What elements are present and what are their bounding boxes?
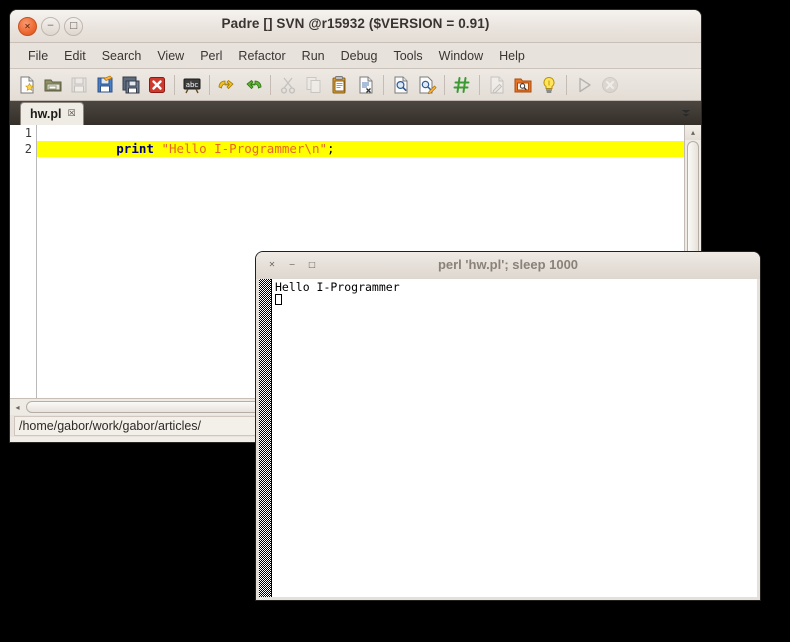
terminal-scrollbar[interactable] xyxy=(259,279,272,597)
menu-refactor[interactable]: Refactor xyxy=(230,46,293,66)
find-icon[interactable] xyxy=(388,72,414,98)
menu-edit[interactable]: Edit xyxy=(56,46,94,66)
spell-check-icon[interactable]: abc xyxy=(179,72,205,98)
menu-file[interactable]: File xyxy=(20,46,56,66)
terminal-output-line: Hello I-Programmer xyxy=(275,280,400,294)
editor-tab-label: hw.pl xyxy=(30,107,62,121)
line-number: 2 xyxy=(24,142,32,156)
terminal-output[interactable]: Hello I-Programmer xyxy=(272,279,757,597)
undo-icon[interactable] xyxy=(214,72,240,98)
code-token-punctuation: ; xyxy=(327,141,335,156)
terminal-window: ✕ − □ perl 'hw.pl'; sleep 1000 Hello I-P… xyxy=(256,252,760,600)
editor-tabstrip: hw.pl ☒ xyxy=(10,101,701,125)
run-icon[interactable] xyxy=(571,72,597,98)
delete-document-icon[interactable] xyxy=(353,72,379,98)
menu-help[interactable]: Help xyxy=(491,46,533,66)
terminal-window-title: perl 'hw.pl'; sleep 1000 xyxy=(437,257,579,272)
lightbulb-icon[interactable] xyxy=(536,72,562,98)
browse-folder-icon[interactable] xyxy=(510,72,536,98)
line-number-gutter: 1 2 xyxy=(10,125,37,398)
save-all-icon[interactable] xyxy=(118,72,144,98)
menu-tools[interactable]: Tools xyxy=(385,46,430,66)
goto-line-icon[interactable] xyxy=(449,72,475,98)
line-number: 1 xyxy=(24,126,32,140)
toolbar-separator xyxy=(270,74,271,95)
padre-window-title: Padre [] SVN @r15932 ($VERSION = 0.91) xyxy=(221,16,490,31)
terminal-titlebar[interactable]: ✕ − □ perl 'hw.pl'; sleep 1000 xyxy=(256,252,760,280)
menu-view[interactable]: View xyxy=(149,46,192,66)
scroll-up-icon[interactable]: ▴ xyxy=(685,125,701,140)
menu-perl[interactable]: Perl xyxy=(192,46,230,66)
padre-menubar: File Edit Search View Perl Refactor Run … xyxy=(10,43,701,69)
code-token-keyword: print xyxy=(116,141,154,156)
document-pen-icon xyxy=(484,72,510,98)
toolbar-separator xyxy=(174,74,175,95)
code-line[interactable]: print "Hello I-Programmer\n"; xyxy=(37,125,685,156)
padre-toolbar: abc xyxy=(10,69,701,101)
toolbar-separator xyxy=(566,74,567,95)
menu-search[interactable]: Search xyxy=(94,46,150,66)
chevron-down-icon[interactable] xyxy=(675,103,697,123)
close-tab-icon[interactable]: ☒ xyxy=(67,109,75,119)
menu-window[interactable]: Window xyxy=(431,46,491,66)
svg-text:abc: abc xyxy=(186,81,199,89)
editor-tab-hw-pl[interactable]: hw.pl ☒ xyxy=(20,102,84,125)
close-document-icon[interactable] xyxy=(144,72,170,98)
code-token-string: "Hello I-Programmer\n" xyxy=(161,141,328,156)
scroll-left-icon[interactable]: ◂ xyxy=(10,400,25,415)
cut-icon xyxy=(275,72,301,98)
menu-run[interactable]: Run xyxy=(294,46,333,66)
toolbar-separator xyxy=(444,74,445,95)
terminal-cursor xyxy=(275,294,282,305)
paste-icon[interactable] xyxy=(327,72,353,98)
toolbar-separator xyxy=(383,74,384,95)
save-icon xyxy=(66,72,92,98)
toolbar-separator xyxy=(479,74,480,95)
open-folder-icon[interactable] xyxy=(40,72,66,98)
terminal-body[interactable]: Hello I-Programmer xyxy=(256,279,760,600)
toolbar-separator xyxy=(209,74,210,95)
menu-debug[interactable]: Debug xyxy=(333,46,386,66)
code-content[interactable]: print "Hello I-Programmer\n"; xyxy=(37,125,685,157)
redo-icon[interactable] xyxy=(240,72,266,98)
stop-icon xyxy=(597,72,623,98)
new-file-icon[interactable] xyxy=(14,72,40,98)
padre-titlebar[interactable]: ✕ − □ Padre [] SVN @r15932 ($VERSION = 0… xyxy=(10,10,701,43)
find-replace-icon[interactable] xyxy=(414,72,440,98)
copy-icon xyxy=(301,72,327,98)
save-as-icon[interactable] xyxy=(92,72,118,98)
